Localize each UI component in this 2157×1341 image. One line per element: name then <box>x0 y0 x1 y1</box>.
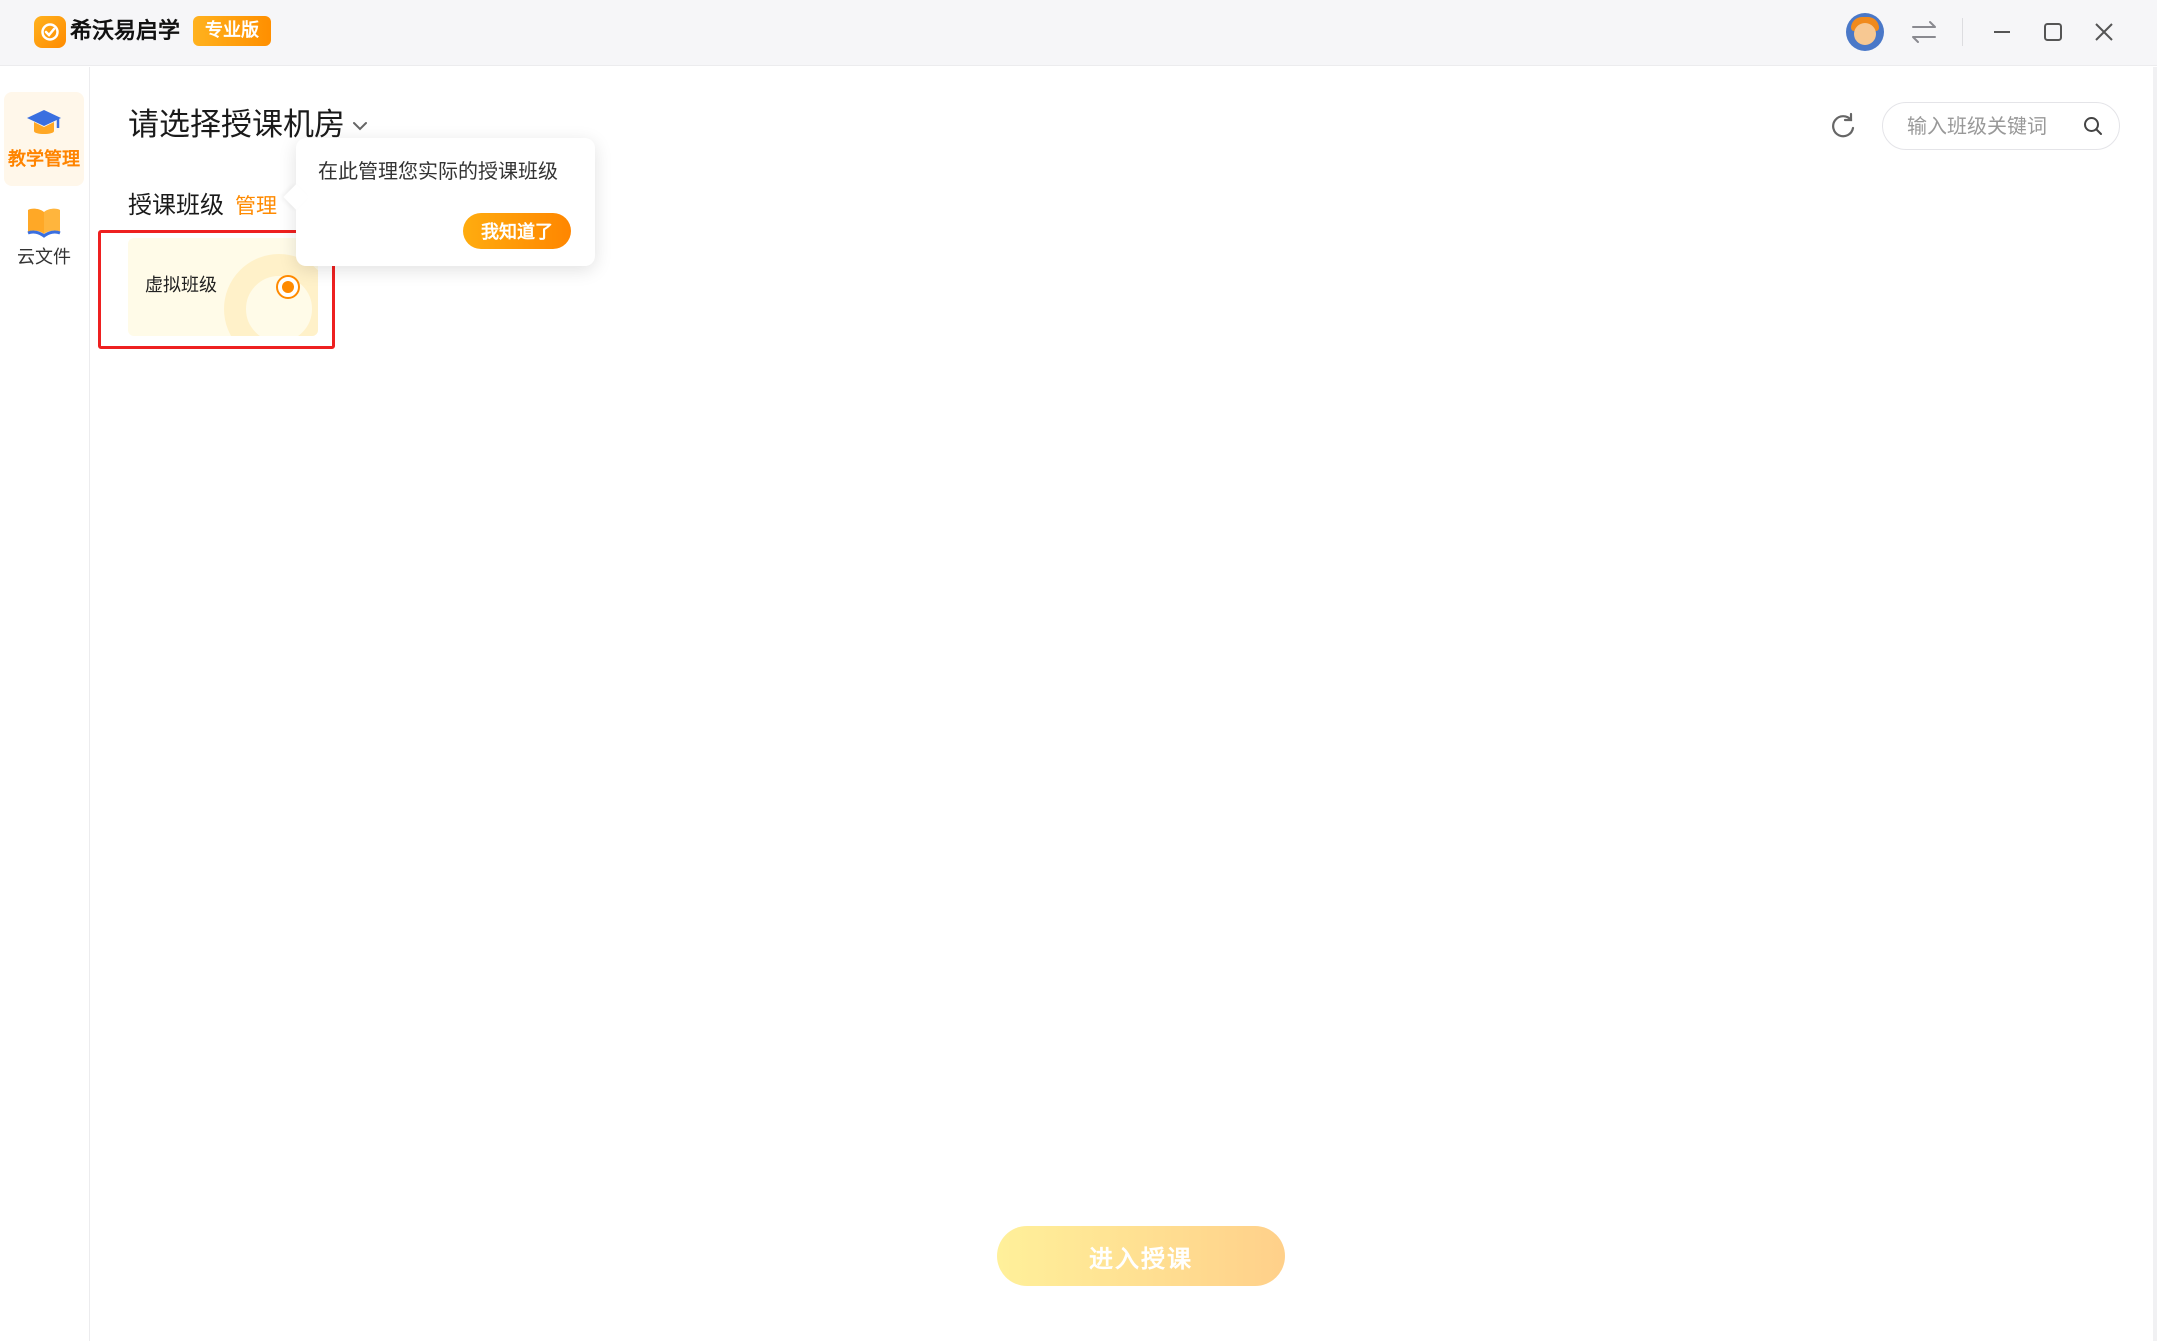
search-box <box>1882 102 2120 150</box>
search-input[interactable] <box>1907 111 2077 141</box>
tooltip-message: 在此管理您实际的授课班级 <box>318 159 558 183</box>
titlebar-divider <box>1962 18 1963 46</box>
app-logo-icon <box>34 16 66 48</box>
window-edge <box>2153 67 2157 1341</box>
edition-badge: 专业版 <box>193 16 271 46</box>
graduation-cap-icon <box>25 104 63 142</box>
sidebar-item-label: 云文件 <box>17 247 71 268</box>
guide-tooltip: 在此管理您实际的授课班级 我知道了 <box>296 138 595 266</box>
sidebar-item-cloud-files[interactable]: 云文件 <box>4 190 84 284</box>
search-icon[interactable] <box>2081 114 2105 138</box>
close-icon[interactable] <box>2084 12 2124 52</box>
minimize-icon[interactable] <box>1982 12 2022 52</box>
chevron-down-icon[interactable] <box>347 113 373 139</box>
open-book-icon <box>25 202 63 240</box>
refresh-icon[interactable] <box>1826 109 1860 143</box>
got-it-button[interactable]: 我知道了 <box>463 213 571 249</box>
sidebar-item-label: 教学管理 <box>8 149 80 170</box>
manage-classes-link[interactable]: 管理 <box>235 190 277 222</box>
sidebar-item-teaching-management[interactable]: 教学管理 <box>4 92 84 186</box>
section-label-classes: 授课班级 <box>128 191 224 219</box>
switch-icon[interactable] <box>1904 12 1944 52</box>
title-bar: 希沃易启学 专业版 <box>0 0 2157 66</box>
app-name: 希沃易启学 <box>70 19 181 44</box>
maximize-icon[interactable] <box>2033 12 2073 52</box>
user-avatar[interactable] <box>1846 13 1884 51</box>
enter-class-button[interactable]: 进入授课 <box>997 1226 1285 1286</box>
sidebar: 教学管理 云文件 <box>0 67 90 1341</box>
